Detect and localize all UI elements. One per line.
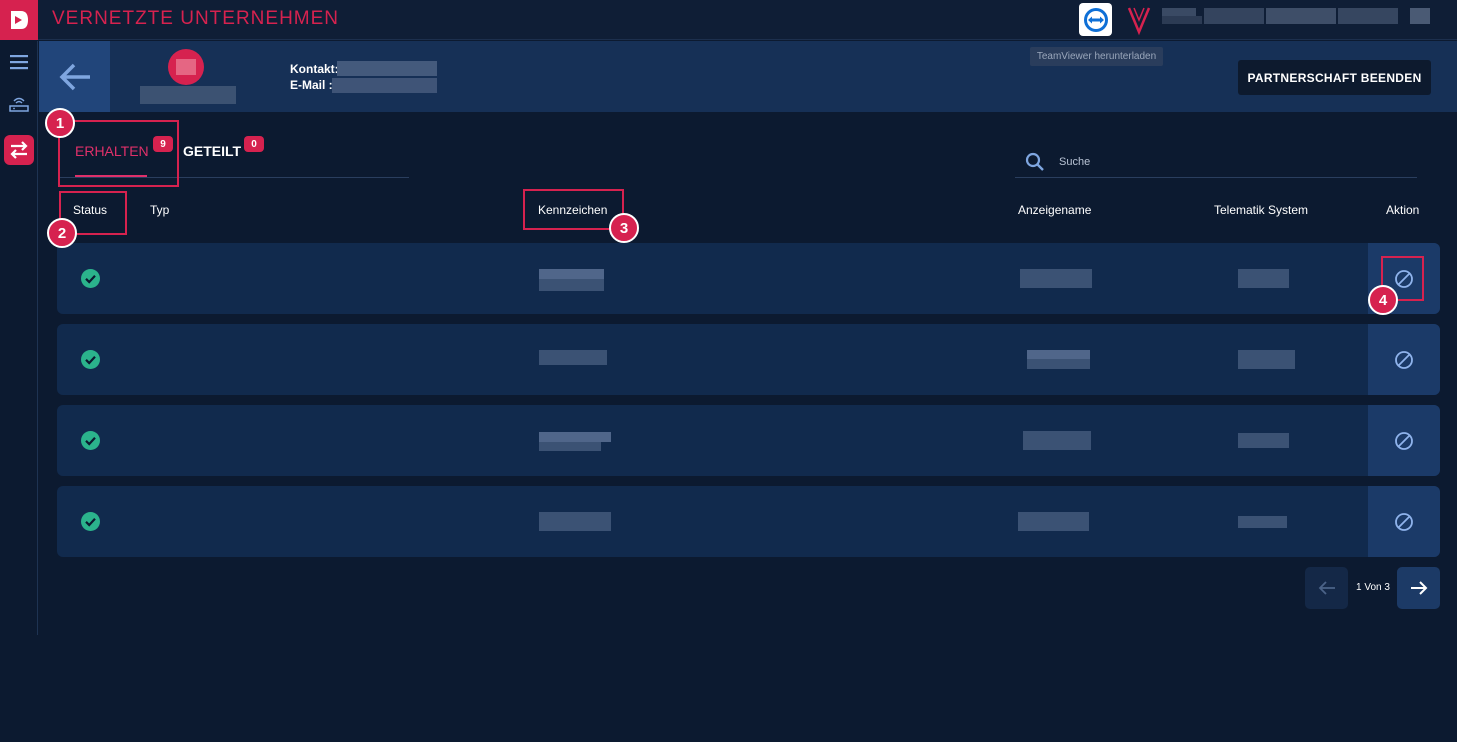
- company-avatar: [168, 49, 204, 85]
- check-circle-icon: [81, 269, 100, 288]
- arrow-right-icon: [1410, 581, 1427, 595]
- teamviewer-logo-icon: [1083, 7, 1108, 32]
- end-partnership-button[interactable]: PARTNERSCHAFT BEENDEN: [1238, 60, 1431, 95]
- table-row[interactable]: [57, 243, 1440, 314]
- column-header-telematics[interactable]: Telematik System: [1214, 203, 1308, 217]
- display-name-blur: [1023, 431, 1091, 450]
- contact-value-blur: [337, 61, 437, 76]
- user-info-blur: [1266, 8, 1336, 24]
- column-header-display-name[interactable]: Anzeigename: [1018, 203, 1091, 217]
- tab-shared[interactable]: GETEILT: [183, 143, 241, 159]
- logo-icon: [11, 11, 28, 29]
- user-info-blur: [1204, 8, 1264, 24]
- table-row[interactable]: [57, 486, 1440, 557]
- company-name-blur: [140, 86, 236, 104]
- display-name-blur: [1018, 512, 1089, 531]
- plate-blur: [539, 432, 611, 442]
- partner-header: Kontakt: E-Mail : TeamViewer herunterlad…: [39, 41, 1457, 112]
- block-icon: [1395, 512, 1413, 531]
- plate-blur: [539, 279, 604, 291]
- display-name-blur: [1020, 269, 1092, 288]
- check-circle-icon: [81, 350, 100, 369]
- pagination-label: 1 Von 3: [1356, 582, 1390, 593]
- app-title: VERNETZTE UNTERNEHMEN: [52, 8, 340, 29]
- menu-button[interactable]: [4, 47, 34, 77]
- block-icon: [1395, 350, 1413, 369]
- table-row[interactable]: [57, 405, 1440, 476]
- swap-arrows-icon: [10, 141, 28, 159]
- next-page-button[interactable]: [1397, 567, 1440, 609]
- nav-devices[interactable]: [4, 89, 34, 119]
- top-bar: VERNETZTE UNTERNEHMEN: [0, 0, 1457, 40]
- check-circle-icon: [81, 512, 100, 531]
- block-icon: [1395, 431, 1413, 450]
- email-value-blur: [332, 78, 437, 93]
- search-input[interactable]: [1059, 152, 1415, 172]
- hamburger-icon: [10, 55, 28, 70]
- plate-blur: [539, 512, 611, 531]
- plate-blur: [539, 442, 601, 451]
- back-button[interactable]: [39, 41, 110, 112]
- router-icon: [9, 97, 29, 112]
- app-logo[interactable]: [0, 0, 38, 40]
- annotation-marker: 1: [45, 108, 75, 138]
- column-header-type[interactable]: Typ: [150, 203, 169, 217]
- teamviewer-download-button[interactable]: TeamViewer herunterladen: [1030, 47, 1163, 66]
- display-name-blur: [1027, 359, 1090, 369]
- previous-page-button[interactable]: [1305, 567, 1348, 609]
- block-button[interactable]: [1368, 486, 1440, 557]
- user-menu-blur[interactable]: [1410, 8, 1430, 24]
- telematics-blur: [1238, 350, 1295, 369]
- block-button[interactable]: [1368, 405, 1440, 476]
- telematics-blur: [1238, 269, 1289, 288]
- email-label: E-Mail :: [290, 78, 333, 92]
- arrow-left-icon: [1318, 581, 1335, 595]
- teamviewer-icon[interactable]: [1079, 3, 1112, 36]
- annotation-marker: 4: [1368, 285, 1398, 315]
- column-header-action: Aktion: [1386, 203, 1420, 217]
- annotation-marker: 2: [47, 218, 77, 248]
- tab-shared-badge: 0: [244, 136, 264, 152]
- nav-connected-companies[interactable]: [4, 135, 34, 165]
- telematics-blur: [1238, 433, 1289, 448]
- annotation-marker: 3: [609, 213, 639, 243]
- user-info-blur: [1338, 8, 1398, 24]
- search-underline: [1015, 177, 1417, 178]
- partner-logo-icon: [1127, 7, 1151, 36]
- telematics-blur: [1238, 516, 1287, 528]
- block-button[interactable]: [1368, 324, 1440, 395]
- display-name-blur: [1027, 350, 1090, 359]
- contact-label: Kontakt:: [290, 62, 339, 76]
- table-row[interactable]: [57, 324, 1440, 395]
- plate-blur: [539, 350, 607, 365]
- arrow-left-icon: [59, 63, 90, 90]
- annotation-box-tabs: [58, 120, 179, 187]
- side-nav: [0, 41, 38, 635]
- check-circle-icon: [81, 431, 100, 450]
- plate-blur: [539, 269, 604, 279]
- user-info-blur: [1162, 16, 1202, 24]
- search-icon: [1025, 152, 1044, 171]
